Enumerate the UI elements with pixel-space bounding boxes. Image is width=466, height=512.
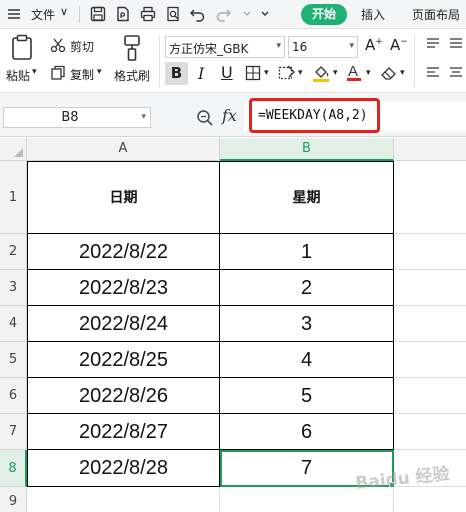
font-color-icon[interactable]: A (346, 62, 362, 82)
chevron-down-icon[interactable]: ▾ (32, 67, 37, 77)
cell-b7[interactable]: 6 (220, 414, 394, 450)
row-header-8[interactable]: 8 (0, 450, 27, 487)
clipboard-icon[interactable] (9, 34, 35, 62)
redo-icon[interactable] (213, 4, 233, 24)
undo-icon[interactable] (188, 4, 208, 24)
increase-font-size-icon[interactable]: A+ (365, 36, 383, 54)
row-header-1[interactable]: 1 (0, 161, 27, 234)
align-top-icon[interactable] (425, 37, 441, 51)
chevron-down-icon[interactable]: ▾ (298, 68, 303, 78)
row-header-4[interactable]: 4 (0, 306, 27, 342)
row-header-5[interactable]: 5 (0, 342, 27, 378)
cell-b1[interactable]: 星期 (220, 161, 394, 234)
corner-triangle-icon (14, 148, 23, 157)
font-size-select[interactable]: 16 ▾ (288, 36, 358, 58)
row-header-7[interactable]: 7 (0, 414, 27, 450)
paste-button[interactable]: 粘贴 (6, 67, 30, 84)
tab-start[interactable]: 开始 (301, 4, 347, 25)
cell-a7[interactable]: 2022/8/27 (27, 414, 220, 450)
copy-button[interactable]: 复制 (70, 66, 94, 83)
file-menu[interactable]: 文件 (31, 6, 55, 23)
cell-a4[interactable]: 2022/8/24 (27, 306, 220, 342)
spreadsheet-grid: A B 1 2 3 4 5 6 7 8 9 日期 星期 2022/8/22 1 … (0, 138, 466, 512)
cell-c9[interactable] (394, 487, 466, 512)
cell-a8[interactable]: 2022/8/28 (27, 450, 220, 487)
tab-insert[interactable]: 插入 (361, 6, 385, 23)
eraser-icon[interactable] (380, 64, 398, 82)
cell-c1[interactable] (394, 161, 466, 234)
border-icon[interactable] (245, 65, 261, 81)
print-preview-icon[interactable] (163, 4, 183, 24)
cell-c5[interactable] (394, 342, 466, 378)
cell-style-icon[interactable] (278, 64, 296, 82)
cut-button[interactable]: 剪切 (70, 38, 94, 55)
chevron-down-icon[interactable]: ▾ (97, 67, 102, 77)
cell-a3[interactable]: 2022/8/23 (27, 270, 220, 306)
cell-b6[interactable]: 5 (220, 378, 394, 414)
scissors-icon[interactable] (50, 37, 66, 53)
formula-bar: B8 ▾ fx =WEEKDAY(A8,2) (0, 94, 466, 137)
decrease-font-size-icon[interactable]: A− (390, 36, 408, 54)
divider (414, 35, 415, 87)
cell-b2[interactable]: 1 (220, 234, 394, 270)
ribbon-toolbar: 粘贴 ▾ 剪切 复制 ▾ 格式刷 方正仿宋_GBK ▾ 16 ▾ A+ A− B… (0, 29, 466, 93)
chevron-down-icon: ▾ (276, 41, 281, 51)
chevron-down-icon[interactable]: ▾ (333, 68, 338, 78)
font-name-select[interactable]: 方正仿宋_GBK ▾ (165, 36, 285, 58)
menu-bar: 文件 ∨ 开始 插入 页面布局 (0, 0, 466, 29)
print-icon[interactable] (138, 4, 158, 24)
chevron-down-icon: ▾ (349, 41, 354, 51)
fill-color-icon[interactable] (312, 63, 330, 83)
more-options-icon[interactable] (255, 4, 275, 24)
export-pdf-icon[interactable] (113, 4, 133, 24)
row-header-2[interactable]: 2 (0, 234, 27, 270)
chevron-down-icon[interactable]: ▾ (366, 68, 371, 78)
chevron-down-icon: ▾ (141, 112, 146, 122)
column-header-a[interactable]: A (27, 138, 220, 161)
row-header-9[interactable]: 9 (0, 487, 27, 512)
underline-button[interactable]: U (221, 63, 233, 82)
formula-highlight-box (249, 98, 380, 133)
cell-a9[interactable] (27, 487, 220, 512)
cell-b5[interactable]: 4 (220, 342, 394, 378)
chevron-down-icon[interactable]: ▾ (264, 68, 269, 78)
copy-icon[interactable] (50, 65, 66, 81)
column-header-c[interactable] (394, 138, 466, 161)
cell-a1[interactable]: 日期 (27, 161, 220, 234)
italic-button[interactable]: I (198, 64, 204, 83)
chevron-down-icon[interactable]: ▾ (400, 68, 405, 78)
cell-c4[interactable] (394, 306, 466, 342)
hamburger-menu-icon[interactable] (4, 4, 24, 24)
align-middle-icon[interactable] (448, 37, 464, 51)
tab-page-layout[interactable]: 页面布局 (412, 6, 460, 23)
cell-c2[interactable] (394, 234, 466, 270)
row-header-3[interactable]: 3 (0, 270, 27, 306)
cell-a6[interactable]: 2022/8/26 (27, 378, 220, 414)
divider (79, 6, 80, 23)
column-header-b[interactable]: B (220, 138, 394, 161)
bold-button[interactable]: B (165, 62, 188, 85)
format-painter-icon[interactable] (120, 34, 144, 62)
cell-b4[interactable]: 3 (220, 306, 394, 342)
cell-a2[interactable]: 2022/8/22 (27, 234, 220, 270)
align-left-icon[interactable] (425, 66, 441, 80)
format-painter-button[interactable]: 格式刷 (114, 67, 150, 84)
divider (159, 35, 160, 87)
select-all-corner[interactable] (0, 138, 27, 161)
cell-c6[interactable] (394, 378, 466, 414)
name-box[interactable]: B8 ▾ (3, 107, 151, 128)
align-center-icon[interactable] (448, 66, 464, 80)
zoom-search-icon[interactable] (196, 109, 214, 127)
cell-c3[interactable] (394, 270, 466, 306)
svg-text:A: A (348, 63, 358, 80)
save-icon[interactable] (88, 4, 108, 24)
insert-function-button[interactable]: fx (222, 106, 237, 125)
row-header-6[interactable]: 6 (0, 378, 27, 414)
chevron-down-icon[interactable]: ∨ (60, 5, 68, 18)
redo-dropdown-icon[interactable] (237, 4, 257, 24)
cell-c7[interactable] (394, 414, 466, 450)
cell-a5[interactable]: 2022/8/25 (27, 342, 220, 378)
cell-b3[interactable]: 2 (220, 270, 394, 306)
